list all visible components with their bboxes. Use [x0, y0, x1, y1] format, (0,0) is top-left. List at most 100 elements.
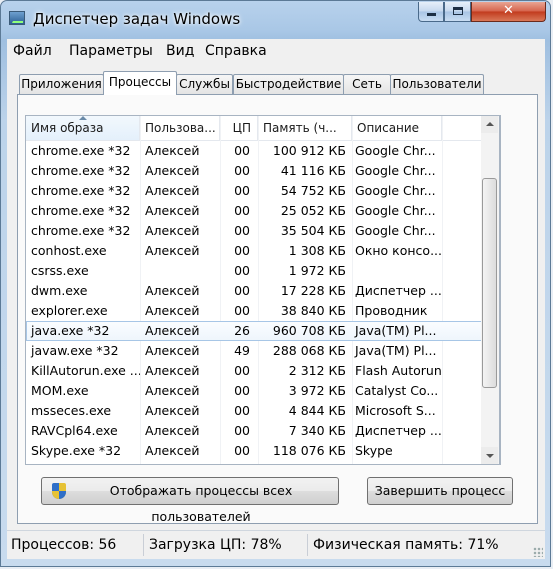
status-bar: Процессов: 56 Загрузка ЦП: 78% Физическа…: [7, 530, 545, 559]
column-description[interactable]: Описание: [352, 116, 442, 140]
process-name: KillAutorun.exe ...: [31, 363, 140, 378]
tab-network[interactable]: Сеть: [343, 74, 391, 94]
process-cpu: 00: [220, 461, 258, 464]
process-cpu: 00: [234, 263, 250, 278]
arrow-up-icon: [486, 122, 494, 126]
process-user: Алексей: [145, 323, 200, 338]
process-user: Алексей: [145, 203, 200, 218]
process-memory: 3 972 КБ: [288, 383, 346, 398]
table-row[interactable]: taskhost.exeАлексей001 632 КБХост...: [26, 461, 500, 464]
process-name: java.exe *32: [31, 323, 110, 338]
table-row[interactable]: conhost.exe Алексей 00 1 308 КБ Окно консо..…: [26, 241, 500, 261]
process-name: conhost.exe: [31, 243, 107, 258]
scroll-up-button[interactable]: [481, 116, 498, 133]
process-user: Алексей: [145, 143, 200, 158]
table-row[interactable]: msseces.exe Алексей 00 4 844 КБ Microsoft S.…: [26, 401, 500, 421]
end-process-button[interactable]: Завершить процесс: [367, 477, 513, 505]
title-bar[interactable]: Диспетчер задач Windows ✕: [1, 1, 550, 39]
task-manager-icon: [9, 11, 25, 25]
process-cpu: 00: [234, 143, 250, 158]
process-user: Алексей: [145, 383, 200, 398]
tab-performance[interactable]: Быстродействие: [233, 74, 344, 94]
process-cpu: 00: [234, 303, 250, 318]
process-user: Алексей: [140, 461, 220, 464]
table-row[interactable]: java.exe *32 Алексей 26 960 708 КБ Java(TM) …: [26, 321, 500, 341]
table-row[interactable]: chrome.exe *32 Алексей 00 54 752 КБ Google C…: [26, 181, 500, 201]
table-row[interactable]: Skype.exe *32 Алексей 00 118 076 КБ Skype: [26, 441, 500, 461]
sort-ascending-icon: [78, 116, 87, 120]
process-memory: 54 752 КБ: [280, 183, 346, 198]
process-description: Java(TM) Pl...: [355, 343, 437, 358]
minimize-button[interactable]: [418, 2, 444, 22]
table-row[interactable]: KillAutorun.exe ... Алексей 00 2 312 КБ Flas…: [26, 361, 500, 381]
menu-view[interactable]: Вид: [166, 43, 194, 59]
process-cpu: 00: [234, 243, 250, 258]
table-row[interactable]: RAVCpl64.exe Алексей 00 7 340 КБ Диспетчер .…: [26, 421, 500, 441]
process-description: Microsoft S...: [355, 403, 436, 418]
maximize-button[interactable]: [444, 2, 471, 22]
menu-help[interactable]: Справка: [205, 43, 267, 59]
tab-applications[interactable]: Приложения: [19, 74, 104, 94]
process-memory: 2 312 КБ: [288, 363, 346, 378]
process-cpu: 00: [234, 203, 250, 218]
process-memory: 960 708 КБ: [272, 323, 346, 338]
process-name: explorer.exe: [31, 303, 108, 318]
show-all-processes-button[interactable]: Отображать процессы всех пользователей: [41, 477, 339, 524]
process-rows: chrome.exe *32 Алексей 00 100 912 КБ Google …: [26, 141, 500, 464]
process-name: MOM.exe: [31, 383, 89, 398]
vertical-scrollbar[interactable]: [481, 115, 500, 465]
process-memory: 38 840 КБ: [280, 303, 346, 318]
process-user: Алексей: [145, 283, 200, 298]
process-user: Алексей: [145, 243, 200, 258]
process-memory: 118 076 КБ: [272, 443, 346, 458]
process-name: taskhost.exe: [26, 461, 140, 464]
process-user: Алексей: [145, 363, 200, 378]
process-memory: 1 632 КБ: [258, 461, 352, 464]
process-description: [352, 261, 442, 281]
table-row[interactable]: explorer.exe Алексей 00 38 840 КБ Проводник: [26, 301, 500, 321]
table-row[interactable]: MOM.exe Алексей 00 3 972 КБ Catalyst Co...: [26, 381, 500, 401]
process-cpu: 00: [234, 423, 250, 438]
process-user: Алексей: [145, 343, 200, 358]
table-row[interactable]: chrome.exe *32 Алексей 00 41 116 КБ Google C…: [26, 161, 500, 181]
column-user[interactable]: Пользова...: [140, 116, 220, 140]
scroll-thumb[interactable]: [482, 178, 497, 388]
process-name: chrome.exe *32: [31, 203, 131, 218]
tab-processes[interactable]: Процессы: [103, 71, 177, 95]
table-row[interactable]: csrss.exe 00 1 972 КБ: [26, 261, 500, 281]
process-name: Skype.exe *32: [31, 443, 122, 458]
table-row[interactable]: dwm.exe Алексей 00 17 228 КБ Диспетчер ...: [26, 281, 500, 301]
maximize-icon: [452, 7, 463, 15]
arrow-down-icon: [486, 454, 494, 458]
process-cpu: 00: [234, 403, 250, 418]
task-manager-window: Диспетчер задач Windows ✕ Файл Параметры…: [0, 0, 551, 567]
table-row[interactable]: chrome.exe *32 Алексей 00 35 504 КБ Google C…: [26, 221, 500, 241]
process-cpu: 00: [234, 163, 250, 178]
table-row[interactable]: javaw.exe *32 Алексей 49 288 068 КБ Java(TM)…: [26, 341, 500, 361]
table-row[interactable]: chrome.exe *32 Алексей 00 100 912 КБ Google …: [26, 141, 500, 161]
scroll-down-button[interactable]: [481, 447, 498, 464]
process-name: chrome.exe *32: [31, 163, 131, 178]
close-button[interactable]: ✕: [471, 2, 546, 22]
process-cpu: 00: [234, 443, 250, 458]
tab-services[interactable]: Службы: [176, 74, 233, 94]
process-name: chrome.exe *32: [31, 143, 131, 158]
process-user: Алексей: [145, 163, 200, 178]
tab-users[interactable]: Пользователи: [390, 74, 484, 94]
column-cpu[interactable]: ЦП: [220, 116, 258, 140]
resize-grip-icon[interactable]: [533, 547, 543, 557]
process-memory: 25 052 КБ: [280, 203, 346, 218]
process-list[interactable]: Имя образа Пользова... ЦП Память (ч... О…: [25, 115, 501, 465]
menu-options[interactable]: Параметры: [69, 43, 153, 59]
process-description: Google Chr...: [355, 163, 436, 178]
table-row[interactable]: chrome.exe *32 Алексей 00 25 052 КБ Google C…: [26, 201, 500, 221]
status-physical-memory: Физическая память: 71%: [313, 537, 499, 553]
status-processes: Процессов: 56: [11, 537, 117, 553]
process-name: chrome.exe *32: [31, 223, 131, 238]
column-memory[interactable]: Память (ч...: [258, 116, 352, 140]
menu-file[interactable]: Файл: [13, 43, 52, 59]
window-title: Диспетчер задач Windows: [33, 10, 241, 28]
column-image-name[interactable]: Имя образа: [26, 116, 140, 140]
process-cpu: 00: [234, 283, 250, 298]
process-memory: 288 068 КБ: [272, 343, 346, 358]
